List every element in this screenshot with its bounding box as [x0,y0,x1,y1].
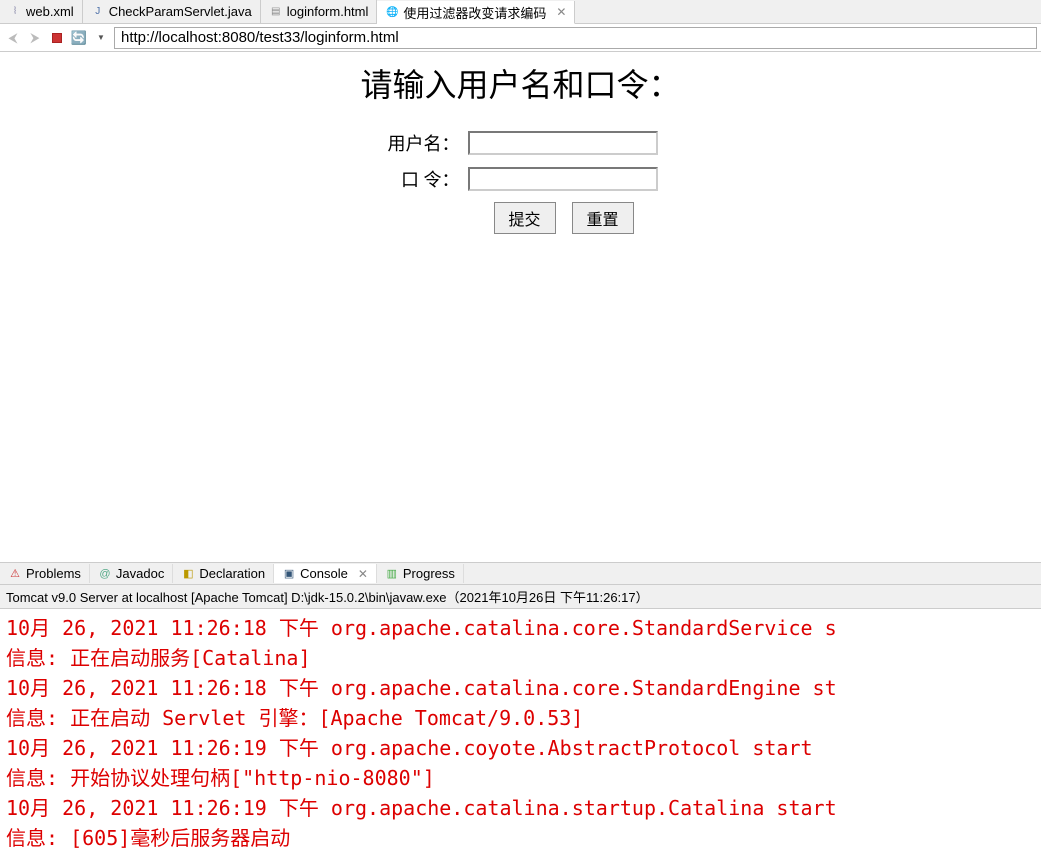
tab-checkparam-java[interactable]: J CheckParamServlet.java [83,0,261,23]
tab-label: Problems [26,566,81,581]
html-icon: ▤ [269,5,283,19]
tab-label: Declaration [199,566,265,581]
tab-loginform-html[interactable]: ▤ loginform.html [261,0,378,23]
login-form: 用户名： 口 令： 提交 重置 [384,130,658,234]
browser-viewport: 请输入用户名和口令： 用户名： 口 令： 提交 重置 [0,52,1041,562]
stop-button[interactable] [48,29,66,47]
console-output: 10月 26, 2021 11:26:18 下午 org.apache.cata… [0,609,1041,857]
history-dropdown[interactable]: ▼ [92,29,110,47]
progress-icon: ▥ [385,567,399,581]
browser-toolbar: ⮜ ⮞ 🔄 ▼ [0,24,1041,52]
java-icon: J [91,5,105,19]
close-icon[interactable]: ✕ [556,5,566,19]
close-icon[interactable]: ✕ [358,567,368,581]
console-process-label: Tomcat v9.0 Server at localhost [Apache … [0,584,1041,609]
refresh-button[interactable]: 🔄 [70,29,88,47]
editor-tab-bar: ⦚ web.xml J CheckParamServlet.java ▤ log… [0,0,1041,24]
username-row: 用户名： [384,130,658,156]
button-row: 提交 重置 [494,202,658,234]
problems-icon: ⚠ [8,567,22,581]
tab-declaration[interactable]: ◧ Declaration [173,564,274,583]
console-icon: ▣ [282,567,296,581]
username-input[interactable] [468,131,658,155]
tab-label: Console [300,566,348,581]
tab-label: Progress [403,566,455,581]
stop-icon [52,33,62,43]
tab-label: CheckParamServlet.java [109,4,252,19]
url-input[interactable] [114,27,1037,49]
tab-web-xml[interactable]: ⦚ web.xml [0,0,83,23]
password-label: 口 令： [384,166,468,192]
submit-button[interactable]: 提交 [494,202,556,234]
tab-console[interactable]: ▣ Console ✕ [274,564,377,583]
forward-button[interactable]: ⮞ [26,29,44,47]
back-button[interactable]: ⮜ [4,29,22,47]
page-title: 请输入用户名和口令： [360,60,680,106]
xml-icon: ⦚ [8,5,22,19]
bottom-tab-bar: ⚠ Problems @ Javadoc ◧ Declaration ▣ Con… [0,562,1041,584]
tab-browser-active[interactable]: 🌐 使用过滤器改变请求编码 ✕ [377,1,575,24]
tab-javadoc[interactable]: @ Javadoc [90,564,173,583]
reset-button[interactable]: 重置 [572,202,634,234]
declaration-icon: ◧ [181,567,195,581]
password-input[interactable] [468,167,658,191]
tab-label: web.xml [26,4,74,19]
tab-label: Javadoc [116,566,164,581]
javadoc-icon: @ [98,567,112,581]
username-label: 用户名： [384,130,468,156]
tab-label: loginform.html [287,4,369,19]
tab-progress[interactable]: ▥ Progress [377,564,464,583]
globe-icon: 🌐 [385,5,399,19]
password-row: 口 令： [384,166,658,192]
tab-problems[interactable]: ⚠ Problems [0,564,90,583]
tab-label: 使用过滤器改变请求编码 [403,3,546,22]
